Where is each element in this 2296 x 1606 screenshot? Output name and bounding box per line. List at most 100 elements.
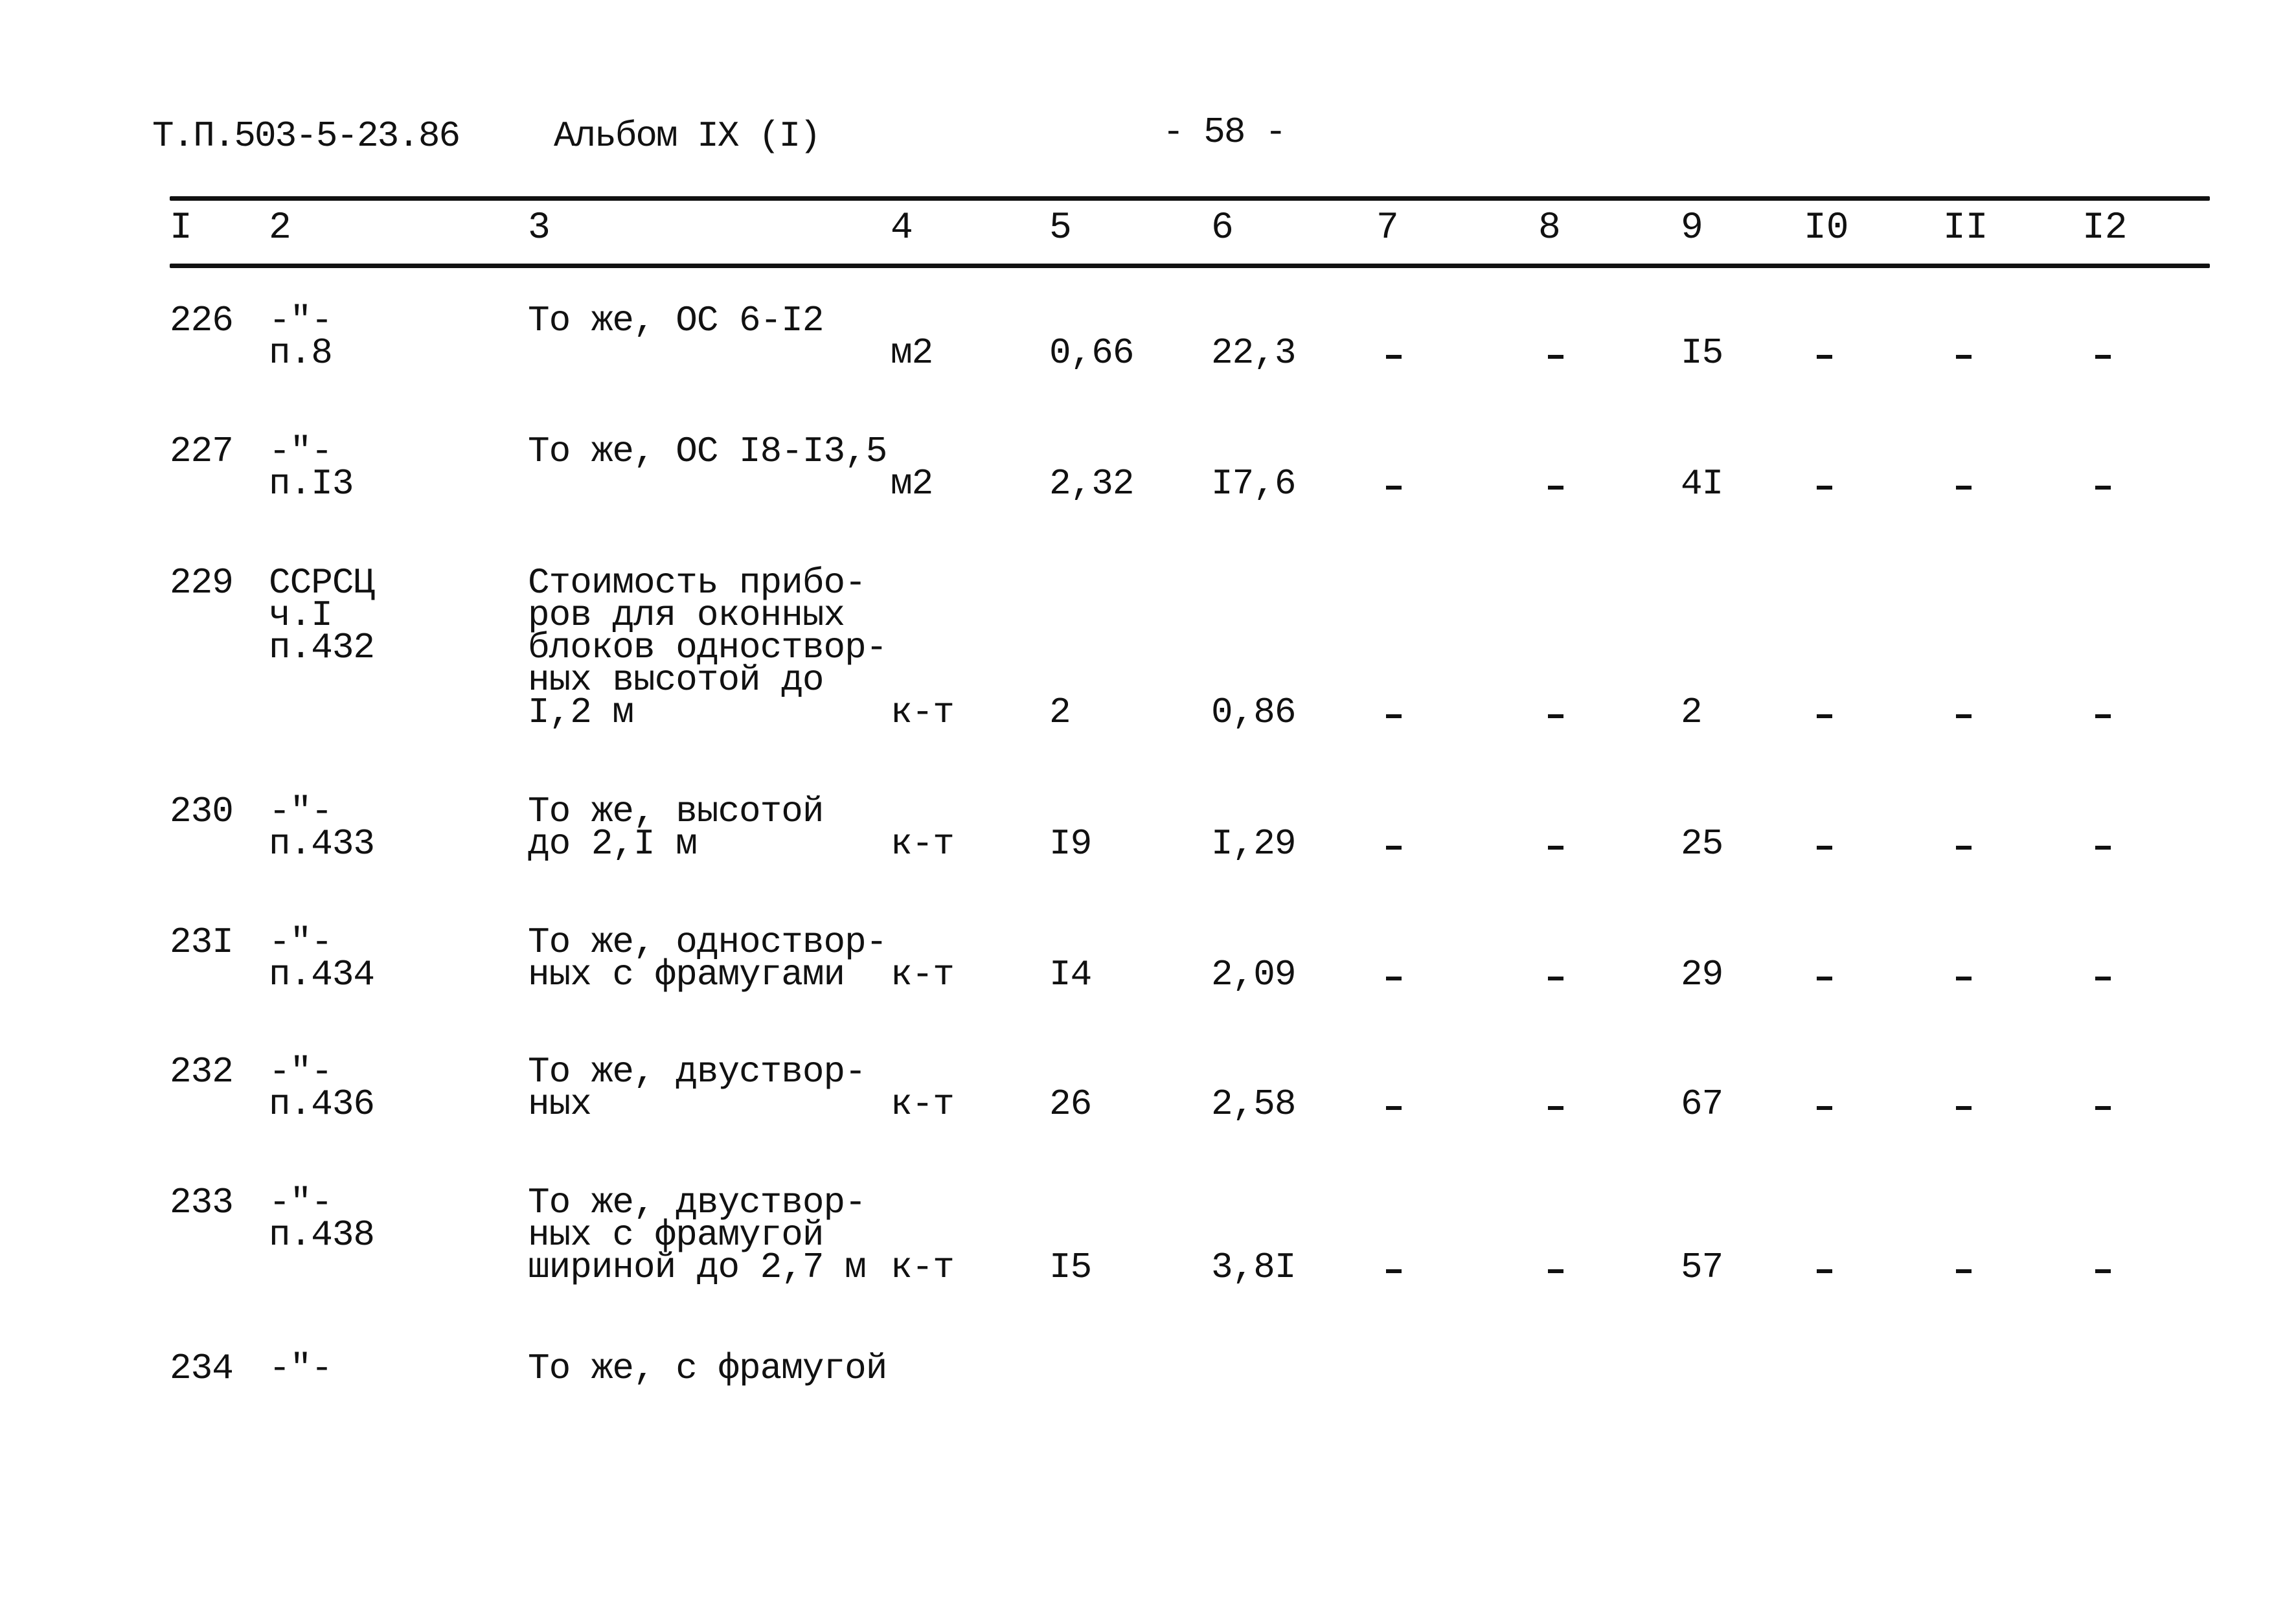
total-cost: 57 bbox=[1681, 1247, 1723, 1288]
unit-price: 3,8I bbox=[1211, 1247, 1296, 1288]
empty-dash-c8 bbox=[1548, 355, 1563, 359]
description-line: То же, с фрамугой bbox=[528, 1348, 887, 1389]
row-number: 234 bbox=[170, 1348, 234, 1389]
source-ref: п.I3 bbox=[269, 463, 354, 504]
empty-dash-c12 bbox=[2095, 846, 2111, 850]
unit: к-т bbox=[891, 954, 955, 995]
description-line: шириной до 2,7 м bbox=[528, 1247, 867, 1288]
column-header-8: 8 bbox=[1538, 207, 1561, 249]
source-ref: п.8 bbox=[269, 332, 333, 374]
quantity: 2,32 bbox=[1049, 463, 1134, 504]
empty-dash-c7 bbox=[1386, 977, 1402, 980]
column-header-7: 7 bbox=[1376, 207, 1399, 249]
empty-dash-c7 bbox=[1386, 486, 1402, 490]
empty-dash-c12 bbox=[2095, 1269, 2111, 1273]
quantity: 26 bbox=[1049, 1083, 1092, 1125]
quantity: I5 bbox=[1049, 1247, 1092, 1288]
empty-dash-c10 bbox=[1817, 714, 1832, 718]
source-ref: п.432 bbox=[269, 627, 375, 668]
empty-dash-c11 bbox=[1956, 846, 1972, 850]
total-cost: I5 bbox=[1681, 332, 1723, 374]
unit-price: I7,6 bbox=[1211, 463, 1296, 504]
total-cost: 4I bbox=[1681, 463, 1723, 504]
column-header-5: 5 bbox=[1049, 207, 1072, 249]
empty-dash-c11 bbox=[1956, 355, 1972, 359]
unit: к-т bbox=[891, 823, 955, 865]
empty-dash-c11 bbox=[1956, 977, 1972, 980]
empty-dash-c10 bbox=[1817, 846, 1832, 850]
empty-dash-c10 bbox=[1817, 1269, 1832, 1273]
column-header-1: I bbox=[170, 207, 192, 249]
doc-code: Т.П.503-5-23.86 bbox=[152, 115, 460, 157]
unit-price: 0,86 bbox=[1211, 692, 1296, 733]
empty-dash-c10 bbox=[1817, 486, 1832, 490]
empty-dash-c7 bbox=[1386, 846, 1402, 850]
column-header-4: 4 bbox=[891, 207, 913, 249]
empty-dash-c12 bbox=[2095, 714, 2111, 718]
empty-dash-c11 bbox=[1956, 714, 1972, 718]
empty-dash-c11 bbox=[1956, 1106, 1972, 1110]
column-header-9: 9 bbox=[1681, 207, 1703, 249]
row-number: 229 bbox=[170, 562, 234, 604]
row-number: 230 bbox=[170, 791, 234, 832]
empty-dash-c10 bbox=[1817, 1106, 1832, 1110]
row-number: 227 bbox=[170, 431, 234, 472]
empty-dash-c7 bbox=[1386, 1106, 1402, 1110]
album-title: Альбом IX (I) bbox=[554, 115, 821, 157]
total-cost: 25 bbox=[1681, 823, 1723, 865]
column-header-11: II bbox=[1943, 207, 1988, 249]
unit: к-т bbox=[891, 1247, 955, 1288]
empty-dash-c10 bbox=[1817, 977, 1832, 980]
unit-price: 22,3 bbox=[1211, 332, 1296, 374]
row-number: 23I bbox=[170, 922, 234, 963]
source-ref: п.433 bbox=[269, 823, 375, 865]
empty-dash-c7 bbox=[1386, 355, 1402, 359]
description-line: То же, ОС 6-I2 bbox=[528, 300, 824, 341]
unit: м2 bbox=[891, 463, 933, 504]
column-header-6: 6 bbox=[1211, 207, 1234, 249]
empty-dash-c7 bbox=[1386, 1269, 1402, 1273]
description-line: То же, ОС I8-I3,5 bbox=[528, 431, 887, 472]
row-number: 233 bbox=[170, 1182, 234, 1223]
unit-price: I,29 bbox=[1211, 823, 1296, 865]
header-bottom-rule bbox=[170, 264, 2210, 268]
row-number: 226 bbox=[170, 300, 234, 341]
empty-dash-c8 bbox=[1548, 977, 1563, 980]
empty-dash-c12 bbox=[2095, 355, 2111, 359]
description-line: ных bbox=[528, 1083, 592, 1125]
empty-dash-c8 bbox=[1548, 846, 1563, 850]
document-page: Т.П.503-5-23.86 Альбом IX (I) - 58 - I23… bbox=[0, 0, 2296, 1606]
total-cost: 2 bbox=[1681, 692, 1703, 733]
empty-dash-c8 bbox=[1548, 1269, 1563, 1273]
unit: м2 bbox=[891, 332, 933, 374]
unit-price: 2,09 bbox=[1211, 954, 1296, 995]
page-number: - 58 - bbox=[1163, 111, 1287, 153]
source-ref: -"- bbox=[269, 1348, 333, 1389]
column-header-3: 3 bbox=[528, 207, 551, 249]
total-cost: 29 bbox=[1681, 954, 1723, 995]
quantity: 2 bbox=[1049, 692, 1071, 733]
empty-dash-c12 bbox=[2095, 977, 2111, 980]
quantity: 0,66 bbox=[1049, 332, 1134, 374]
quantity: I4 bbox=[1049, 954, 1092, 995]
unit-price: 2,58 bbox=[1211, 1083, 1296, 1125]
description-line: до 2,I м bbox=[528, 823, 698, 865]
row-number: 232 bbox=[170, 1051, 234, 1092]
empty-dash-c12 bbox=[2095, 486, 2111, 490]
empty-dash-c8 bbox=[1548, 1106, 1563, 1110]
table-top-rule bbox=[170, 196, 2210, 201]
empty-dash-c7 bbox=[1386, 714, 1402, 718]
source-ref: п.438 bbox=[269, 1214, 375, 1256]
source-ref: п.436 bbox=[269, 1083, 375, 1125]
total-cost: 67 bbox=[1681, 1083, 1723, 1125]
empty-dash-c8 bbox=[1548, 486, 1563, 490]
unit: к-т bbox=[891, 692, 955, 733]
quantity: I9 bbox=[1049, 823, 1092, 865]
column-header-2: 2 bbox=[269, 207, 291, 249]
source-ref: п.434 bbox=[269, 954, 375, 995]
unit: к-т bbox=[891, 1083, 955, 1125]
column-header-12: I2 bbox=[2082, 207, 2128, 249]
empty-dash-c10 bbox=[1817, 355, 1832, 359]
empty-dash-c11 bbox=[1956, 486, 1972, 490]
description-line: ных с фрамугами bbox=[528, 954, 845, 995]
